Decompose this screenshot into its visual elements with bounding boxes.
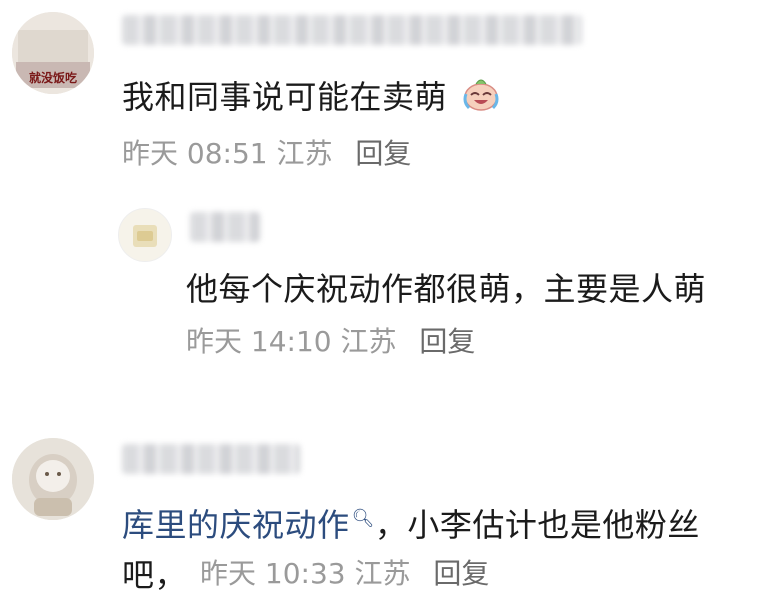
comment-time: 昨天 08:51 [122, 137, 268, 170]
username-blurred[interactable] [190, 212, 260, 242]
avatar[interactable] [12, 438, 94, 520]
comment-text: 我和同事说可能在卖萌 [122, 72, 500, 118]
comment-meta: 昨天 10:33 江苏 回复 [200, 552, 489, 592]
search-icon[interactable]: 🔍︎ [352, 508, 375, 529]
reply-button[interactable]: 回复 [433, 557, 489, 590]
comment-body: ，小李估计也是他粉丝 [374, 506, 700, 544]
comment-location: 江苏 [354, 557, 411, 590]
avatar-image: 就没饭吃 [12, 12, 94, 94]
comment-text: 他每个庆祝动作都很萌，主要是人萌 [186, 264, 706, 310]
comment-text: 库里的庆祝动作 🔍︎，小李估计也是他粉丝 [122, 500, 700, 546]
mention-link[interactable]: 库里的庆祝动作 [122, 506, 350, 544]
avatar-caption: 就没饭吃 [29, 70, 77, 85]
laughing-crying-emoji-icon [463, 79, 499, 111]
reply-button[interactable]: 回复 [419, 325, 475, 358]
username-blurred[interactable] [122, 15, 582, 45]
comment-body-continued: 吧， [122, 556, 188, 594]
comment-time: 昨天 14:10 [186, 325, 332, 358]
comment-location: 江苏 [340, 325, 397, 358]
comment-time: 昨天 10:33 [200, 557, 346, 590]
comment-body: 他每个庆祝动作都很萌，主要是人萌 [186, 270, 707, 308]
comment-thread: 就没饭吃 我和同事说可能在卖萌 昨天 08:51 江苏 回复 他每个庆祝动作都很… [0, 0, 765, 602]
comment-location: 江苏 [276, 137, 333, 170]
avatar-image [119, 209, 171, 261]
comment-meta: 昨天 14:10 江苏 回复 [186, 320, 475, 360]
avatar-image [12, 438, 94, 520]
comment-text-line2: 吧， [122, 550, 187, 596]
comment-body: 我和同事说可能在卖萌 [122, 78, 448, 116]
comment-meta: 昨天 08:51 江苏 回复 [122, 132, 411, 172]
avatar[interactable]: 就没饭吃 [12, 12, 94, 94]
avatar[interactable] [118, 208, 172, 262]
username-blurred[interactable] [122, 444, 300, 474]
reply-button[interactable]: 回复 [355, 137, 411, 170]
